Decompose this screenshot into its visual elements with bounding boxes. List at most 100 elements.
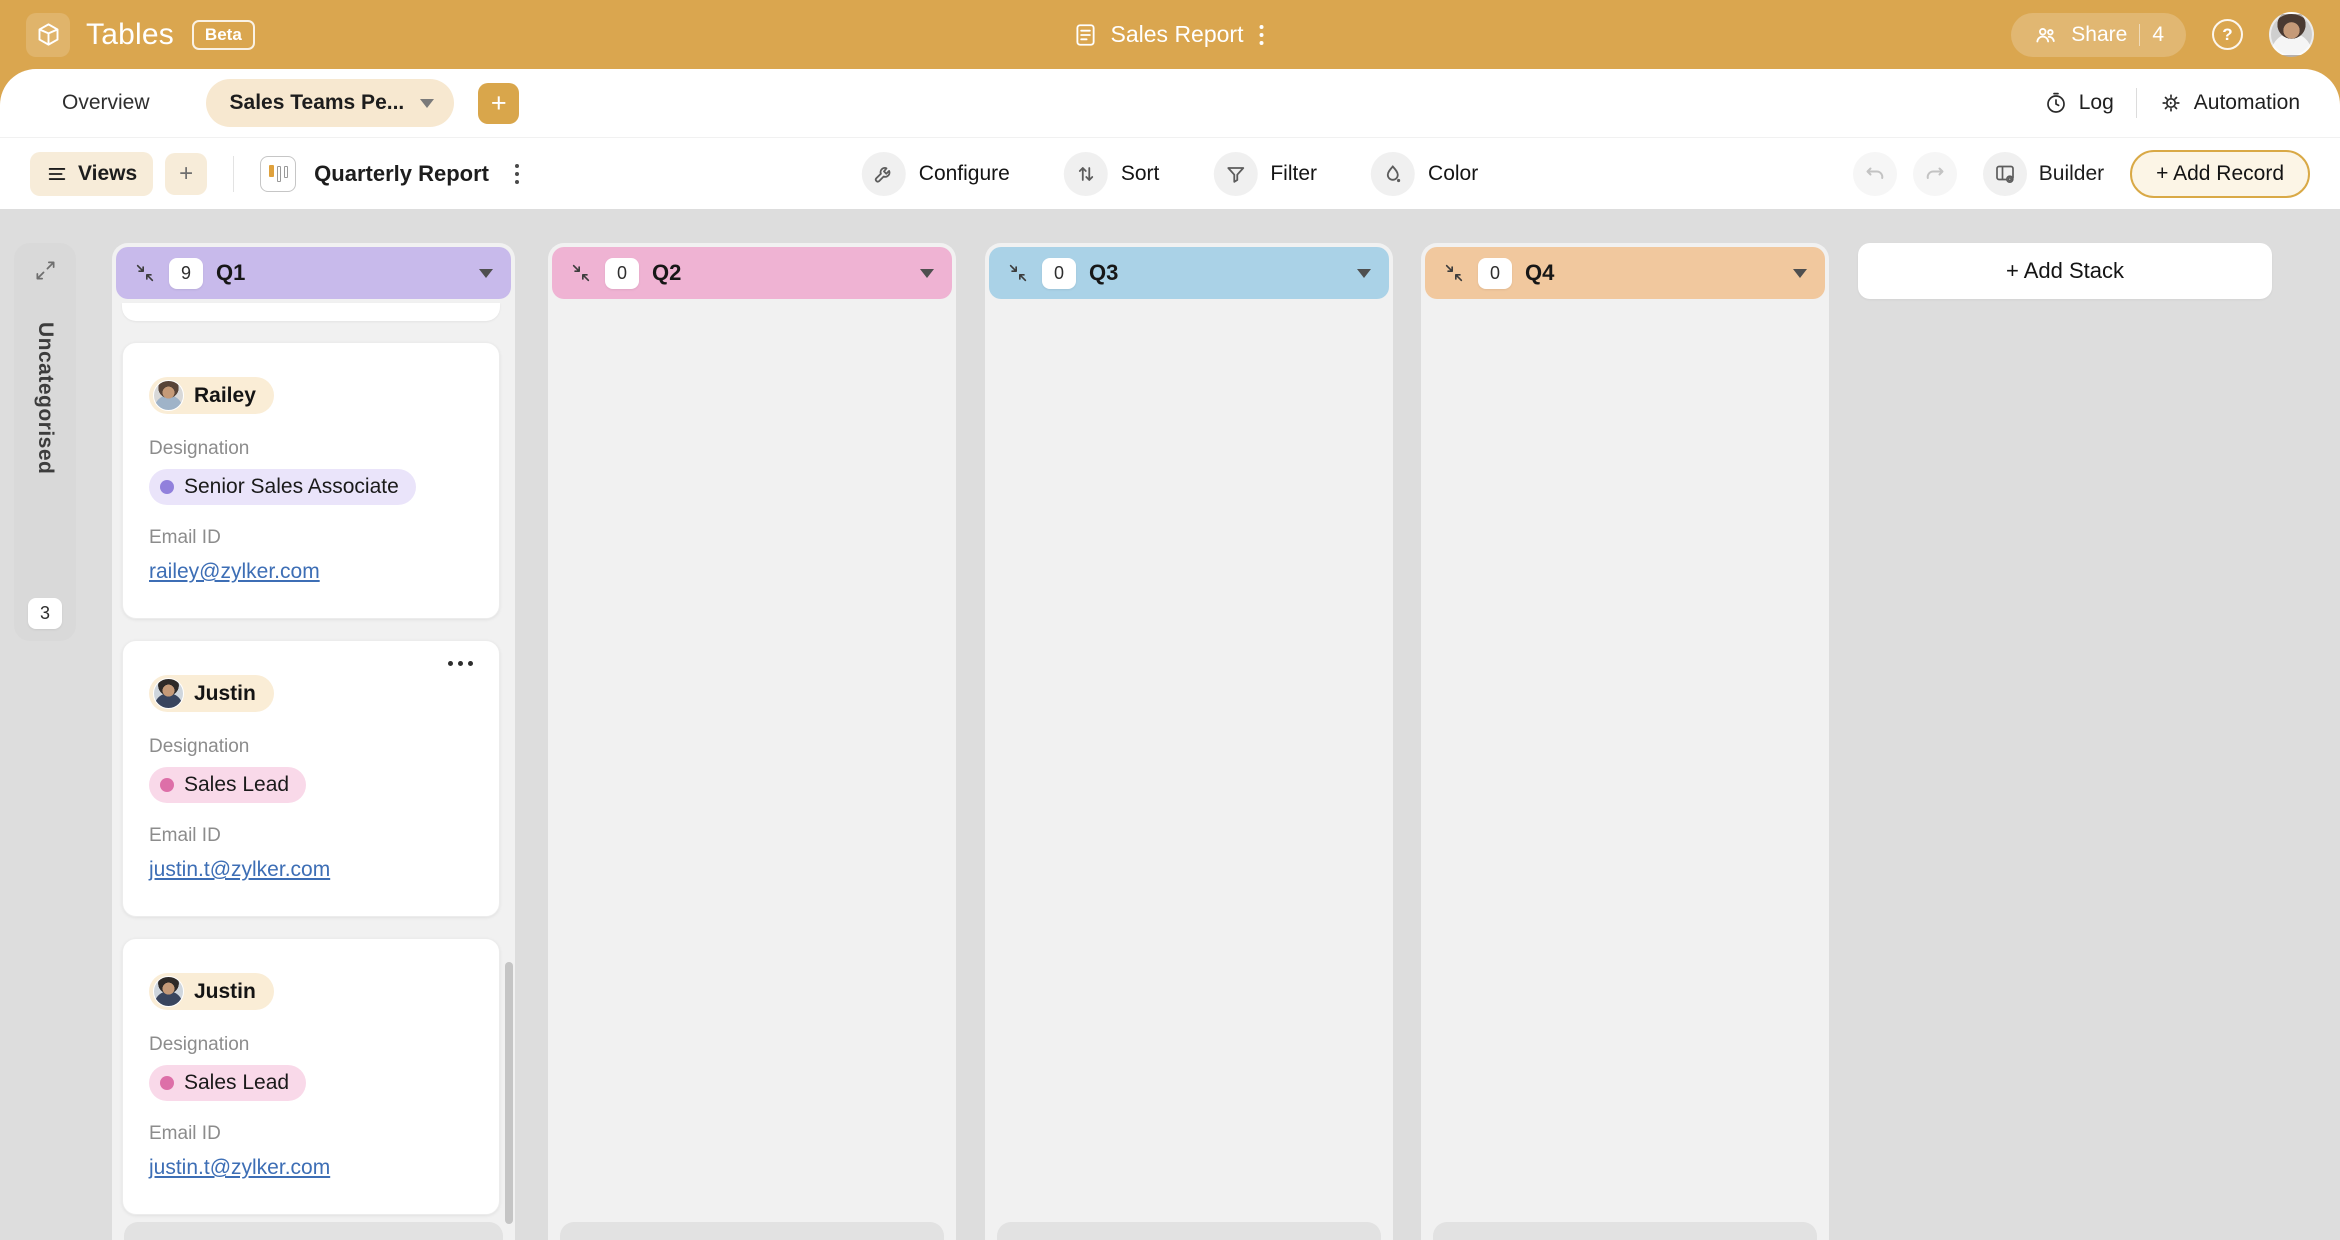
share-count: 4 (2152, 22, 2164, 46)
designation-tag: Sales Lead (149, 767, 307, 803)
stack-count-badge: 0 (1478, 257, 1512, 289)
tab-overview[interactable]: Overview (58, 83, 154, 123)
view-toolbar: Views + Quarterly Report Configure Sort … (0, 137, 2340, 209)
chevron-down-icon (420, 98, 435, 108)
stack-header[interactable]: 0 Q2 (552, 247, 952, 299)
divider (233, 155, 235, 192)
stack-header[interactable]: 0 Q3 (989, 247, 1389, 299)
stack-uncategorised-collapsed[interactable]: Uncategorised 3 (14, 243, 76, 641)
chevron-down-icon[interactable] (1357, 268, 1371, 278)
tables-logo-icon[interactable] (26, 12, 70, 57)
collapse-icon[interactable] (1443, 262, 1465, 284)
record-name: Railey (194, 383, 256, 407)
funnel-icon (1213, 151, 1258, 196)
stack-header[interactable]: 9 Q1 (116, 247, 511, 299)
tag-dot (160, 1076, 174, 1090)
sort-label: Sort (1120, 161, 1160, 185)
sort-arrows-icon (1063, 151, 1108, 196)
stack-footer-bar[interactable] (997, 1222, 1381, 1240)
field-label-designation: Designation (149, 1034, 250, 1055)
email-link[interactable]: justin.t@zylker.com (149, 858, 330, 882)
kanban-view-icon (260, 155, 297, 192)
stack-q3: 0 Q3 (985, 243, 1393, 1240)
chevron-down-icon[interactable] (479, 268, 493, 278)
app-title: Tables (86, 17, 174, 51)
collapse-icon[interactable] (1007, 262, 1029, 284)
undo-button[interactable] (1852, 151, 1897, 196)
email-link[interactable]: railey@zylker.com (149, 560, 320, 584)
share-label: Share (2071, 22, 2128, 46)
view-name[interactable]: Quarterly Report (314, 161, 489, 187)
card-menu-icon[interactable] (442, 655, 479, 672)
add-sheet-button[interactable]: + (478, 82, 520, 124)
add-stack-button[interactable]: + Add Stack (1858, 243, 2272, 299)
help-icon[interactable]: ? (2212, 19, 2243, 50)
stack-footer-bar[interactable] (124, 1222, 503, 1240)
stack-count-badge: 3 (28, 598, 62, 629)
designation-value: Sales Lead (184, 773, 290, 796)
builder-button[interactable]: Builder (1982, 151, 2104, 196)
wrench-icon (861, 151, 906, 196)
chevron-down-icon[interactable] (920, 268, 934, 278)
collapse-icon[interactable] (134, 262, 156, 284)
add-record-button[interactable]: + Add Record (2130, 149, 2310, 198)
stack-q2: 0 Q2 (548, 243, 956, 1240)
record-card[interactable]: Justin Designation Sales Lead Email ID j… (122, 938, 500, 1215)
stack-footer-bar[interactable] (560, 1222, 944, 1240)
chevron-down-icon[interactable] (1793, 268, 1807, 278)
log-label: Log (2078, 91, 2114, 114)
sort-button[interactable]: Sort (1063, 151, 1160, 196)
scrollbar-thumb[interactable] (505, 962, 513, 1224)
view-menu-icon[interactable] (511, 160, 523, 188)
sheet-selector[interactable]: Sales Teams Pe... (205, 79, 455, 127)
hamburger-icon (46, 163, 68, 185)
redo-button[interactable] (1912, 151, 1957, 196)
stack-title: Q4 (1525, 260, 1555, 285)
avatar (153, 380, 184, 411)
share-button[interactable]: Share 4 (2011, 12, 2186, 57)
stack-q1: 9 Q1 Railey Designation Senior Sales Ass… (112, 243, 515, 1240)
collapse-icon[interactable] (570, 262, 592, 284)
designation-tag: Senior Sales Associate (149, 469, 416, 505)
filter-label: Filter (1270, 161, 1318, 185)
document-menu-icon[interactable] (1255, 21, 1267, 49)
divider (2139, 23, 2141, 46)
stack-title: Q3 (1089, 260, 1119, 285)
designation-value: Sales Lead (184, 1071, 290, 1094)
user-avatar[interactable] (2269, 12, 2314, 57)
document-title[interactable]: Sales Report (1111, 21, 1244, 48)
field-label-email: Email ID (149, 527, 221, 548)
log-button[interactable]: Log (2044, 91, 2114, 115)
stack-count-badge: 9 (169, 257, 203, 289)
filter-button[interactable]: Filter (1213, 151, 1318, 196)
add-view-button[interactable]: + (165, 152, 208, 195)
expand-icon[interactable] (34, 259, 57, 282)
color-button[interactable]: Color (1371, 151, 1478, 196)
views-label: Views (78, 161, 138, 185)
record-name-pill: Justin (149, 973, 274, 1010)
record-card[interactable]: Railey Designation Senior Sales Associat… (122, 342, 500, 619)
stack-header[interactable]: 0 Q4 (1425, 247, 1825, 299)
kanban-canvas: Uncategorised 3 9 Q1 Railey Designation (0, 209, 2340, 1240)
card-partial[interactable] (122, 303, 500, 321)
stack-q4: 0 Q4 (1421, 243, 1829, 1240)
designation-tag: Sales Lead (149, 1065, 307, 1101)
app-header: Tables Beta Sales Report Share 4 ? (0, 0, 2340, 69)
configure-button[interactable]: Configure (861, 151, 1010, 196)
beta-badge: Beta (191, 19, 255, 50)
avatar (153, 678, 184, 709)
stack-footer-bar[interactable] (1433, 1222, 1817, 1240)
stack-label: Uncategorised (34, 322, 57, 475)
record-name-pill: Justin (149, 675, 274, 712)
record-card[interactable]: Justin Designation Sales Lead Email ID j… (122, 640, 500, 917)
color-drop-icon (1371, 151, 1416, 196)
avatar (153, 976, 184, 1007)
views-button[interactable]: Views (30, 151, 154, 196)
designation-value: Senior Sales Associate (184, 475, 399, 498)
field-label-designation: Designation (149, 736, 250, 757)
automation-button[interactable]: Automation (2159, 91, 2300, 115)
divider (2135, 88, 2137, 118)
record-name: Justin (194, 979, 256, 1003)
email-link[interactable]: justin.t@zylker.com (149, 1156, 330, 1180)
automation-gear-icon (2159, 91, 2183, 115)
